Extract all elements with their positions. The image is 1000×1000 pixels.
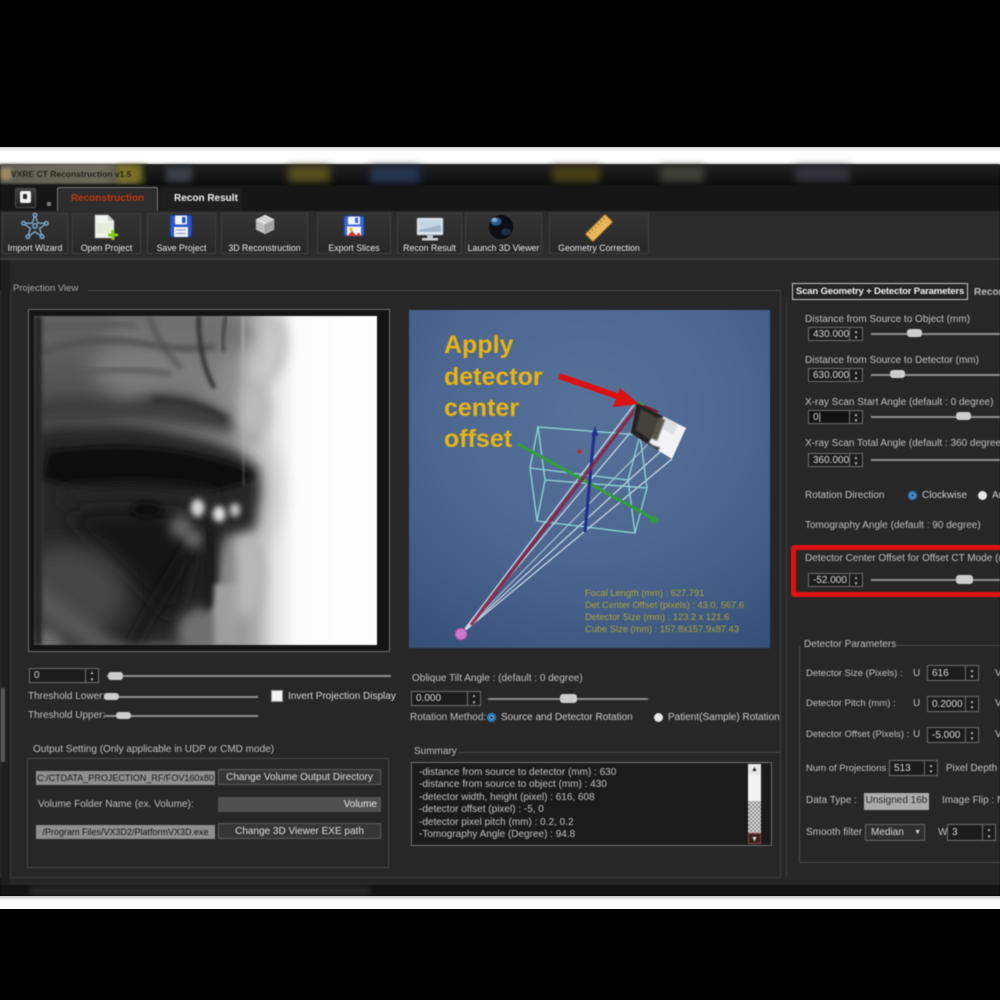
svg-text:center: center xyxy=(444,394,519,422)
svg-text:Cube Size (mm) : 157.8x157.9x8: Cube Size (mm) : 157.8x157.9x87.43 xyxy=(585,624,739,634)
svg-text:detector: detector xyxy=(444,363,543,391)
svg-text:Det Center Offset (pixels) : 4: Det Center Offset (pixels) : 43.0, 567.6 xyxy=(585,600,744,610)
svg-text:Detector Size (mm) : 123.2 x 1: Detector Size (mm) : 123.2 x 121.6 xyxy=(585,612,729,622)
svg-text:Apply: Apply xyxy=(444,331,514,359)
svg-text:offset: offset xyxy=(444,425,513,453)
svg-text:Focal Length (mm) : 627.791: Focal Length (mm) : 627.791 xyxy=(585,588,704,598)
